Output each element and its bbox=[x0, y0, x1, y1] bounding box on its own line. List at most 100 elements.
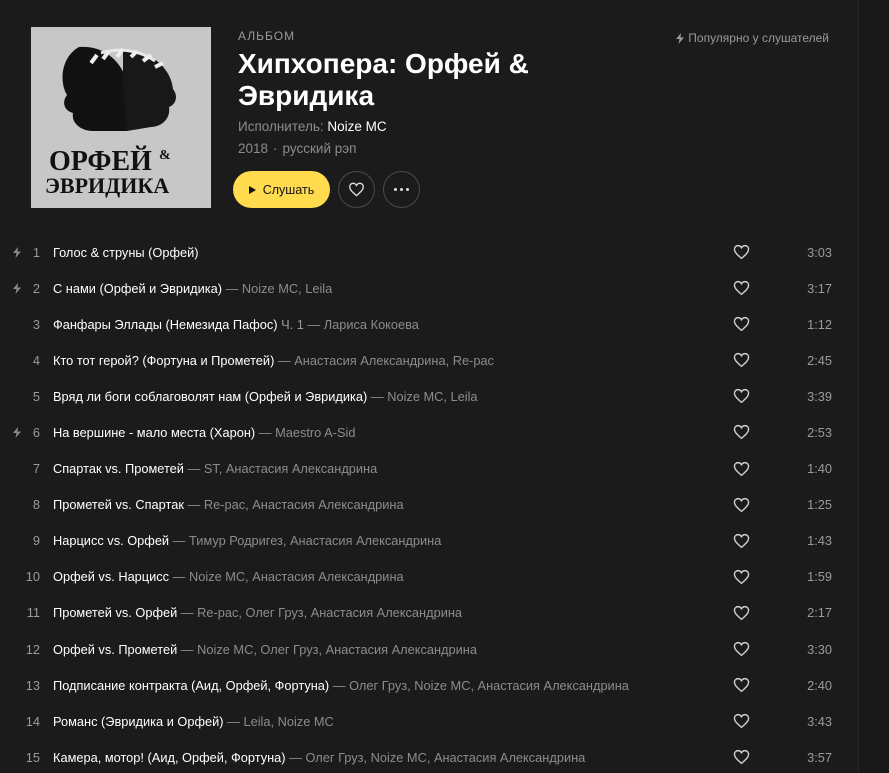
track-row[interactable]: 7 Спартак vs. Прометей — ST, Анастасия Ал… bbox=[0, 451, 858, 487]
lightning-icon bbox=[676, 32, 685, 44]
track-number: 12 bbox=[25, 641, 40, 657]
track-row[interactable]: 12 Орфей vs. Прометей — Noize MC, Олег Гр… bbox=[0, 631, 858, 667]
heart-icon[interactable] bbox=[733, 677, 750, 693]
track-list: 1 Голос & струны (Орфей) 3:03 2 С нами (Орфе… bbox=[0, 234, 858, 773]
track-info: Прометей vs. Орфей — Re-pac, Олег Груз, … bbox=[53, 605, 462, 620]
track-artists[interactable]: — Олег Груз, Noize MC, Анастасия Алексан… bbox=[333, 678, 629, 693]
track-title[interactable]: На вершине - мало места (Харон) bbox=[53, 425, 255, 440]
track-info: Камера, мотор! (Аид, Орфей, Фортуна) — О… bbox=[53, 750, 585, 765]
track-artists[interactable]: — Анастасия Александрина, Re-pac bbox=[278, 353, 494, 368]
track-title[interactable]: Камера, мотор! (Аид, Орфей, Фортуна) bbox=[53, 750, 286, 765]
track-row[interactable]: 10 Орфей vs. Нарцисс — Noize MC, Анастаси… bbox=[0, 559, 858, 595]
track-artists[interactable]: — Тимур Родригез, Анастасия Александрина bbox=[173, 533, 442, 548]
album-type-label: Альбом bbox=[238, 29, 296, 43]
heart-icon[interactable] bbox=[733, 533, 750, 549]
heart-icon[interactable] bbox=[733, 280, 750, 296]
album-genre[interactable]: русский рэп bbox=[283, 141, 357, 156]
track-info: Голос & струны (Орфей) bbox=[53, 245, 199, 260]
track-row[interactable]: 14 Романс (Эвридика и Орфей) — Leila, Noi… bbox=[0, 703, 858, 739]
track-artists[interactable]: — Leila, Noize MC bbox=[227, 714, 334, 729]
listen-button-label: Слушать bbox=[262, 182, 315, 197]
heart-icon[interactable] bbox=[733, 316, 750, 332]
play-icon bbox=[248, 185, 256, 194]
track-title[interactable]: Кто тот герой? (Фортуна и Прометей) bbox=[53, 353, 274, 368]
track-info: Спартак vs. Прометей — ST, Анастасия Але… bbox=[53, 461, 377, 476]
track-duration: 1:12 bbox=[807, 316, 832, 332]
track-number: 1 bbox=[32, 244, 40, 260]
track-artists[interactable]: — Re-pac, Олег Груз, Анастасия Александр… bbox=[181, 605, 462, 620]
track-title[interactable]: Спартак vs. Прометей bbox=[53, 461, 184, 476]
track-info: Прометей vs. Спартак — Re-pac, Анастасия… bbox=[53, 497, 404, 512]
like-album-button[interactable] bbox=[338, 171, 375, 208]
heart-icon[interactable] bbox=[733, 461, 750, 477]
album-cover[interactable]: ОРФЕЙ & ЭВРИДИКА bbox=[31, 27, 211, 208]
track-row[interactable]: 15 Камера, мотор! (Аид, Орфей, Фортуна) —… bbox=[0, 739, 858, 773]
track-title[interactable]: Вряд ли боги соблаговолят нам (Орфей и Э… bbox=[53, 389, 367, 404]
track-duration: 2:53 bbox=[807, 425, 832, 441]
track-title[interactable]: Романс (Эвридика и Орфей) bbox=[53, 714, 224, 729]
track-row[interactable]: 1 Голос & струны (Орфей) 3:03 bbox=[0, 234, 858, 270]
track-artists[interactable]: — Олег Груз, Noize MC, Анастасия Алексан… bbox=[289, 750, 585, 765]
track-artists[interactable]: — Maestro A-Sid bbox=[259, 425, 356, 440]
track-artists[interactable]: — Noize MC, Leila bbox=[226, 281, 333, 296]
track-duration: 1:59 bbox=[807, 569, 832, 585]
more-options-button[interactable] bbox=[383, 171, 420, 208]
album-meta: 2018 · русский рэп bbox=[238, 141, 356, 156]
listen-button[interactable]: Слушать bbox=[233, 171, 330, 208]
track-artists[interactable]: — Noize MC, Олег Груз, Анастасия Алексан… bbox=[181, 642, 477, 657]
heart-icon[interactable] bbox=[733, 713, 750, 729]
track-title[interactable]: С нами (Орфей и Эвридика) bbox=[53, 281, 222, 296]
track-number: 8 bbox=[32, 497, 40, 513]
more-dots-icon bbox=[394, 188, 409, 191]
track-number: 15 bbox=[25, 749, 40, 765]
track-title[interactable]: Подписание контракта (Аид, Орфей, Фортун… bbox=[53, 678, 329, 693]
track-title[interactable]: Нарцисс vs. Орфей bbox=[53, 533, 169, 548]
track-info: Кто тот герой? (Фортуна и Прометей) — Ан… bbox=[53, 353, 494, 368]
track-title[interactable]: Прометей vs. Спартак bbox=[53, 497, 184, 512]
heart-icon[interactable] bbox=[733, 352, 750, 368]
track-artists[interactable]: — Re-pac, Анастасия Александрина bbox=[188, 497, 404, 512]
track-title[interactable]: Прометей vs. Орфей bbox=[53, 605, 177, 620]
cover-title-line2: ЭВРИДИКА bbox=[45, 173, 169, 198]
right-panel bbox=[858, 0, 889, 773]
artist-prefix: Исполнитель: bbox=[238, 119, 324, 134]
track-row[interactable]: 13 Подписание контракта (Аид, Орфей, Форт… bbox=[0, 667, 858, 703]
track-row[interactable]: 6 На вершине - мало места (Харон) — Maest… bbox=[0, 414, 858, 450]
track-row[interactable]: 4 Кто тот герой? (Фортуна и Прометей) — А… bbox=[0, 342, 858, 378]
track-row[interactable]: 9 Нарцисс vs. Орфей — Тимур Родригез, Ана… bbox=[0, 523, 858, 559]
heart-icon[interactable] bbox=[733, 388, 750, 404]
track-info: Орфей vs. Прометей — Noize MC, Олег Груз… bbox=[53, 642, 477, 657]
track-info: Орфей vs. Нарцисс — Noize MC, Анастасия … bbox=[53, 569, 404, 584]
track-title[interactable]: Орфей vs. Прометей bbox=[53, 642, 177, 657]
heart-icon[interactable] bbox=[733, 244, 750, 260]
track-row[interactable]: 11 Прометей vs. Орфей — Re-pac, Олег Груз… bbox=[0, 595, 858, 631]
track-number: 13 bbox=[25, 677, 40, 693]
track-title[interactable]: Голос & струны (Орфей) bbox=[53, 245, 199, 260]
heart-icon[interactable] bbox=[733, 749, 750, 765]
track-duration: 2:45 bbox=[807, 352, 832, 368]
heart-icon[interactable] bbox=[733, 605, 750, 621]
track-row[interactable]: 3 Фанфары Эллады (Немезида Пафос) Ч. 1 — … bbox=[0, 306, 858, 342]
track-title[interactable]: Фанфары Эллады (Немезида Пафос) bbox=[53, 317, 278, 332]
track-duration: 1:43 bbox=[807, 533, 832, 549]
track-number: 14 bbox=[25, 713, 40, 729]
track-row[interactable]: 8 Прометей vs. Спартак — Re-pac, Анастаси… bbox=[0, 487, 858, 523]
track-title[interactable]: Орфей vs. Нарцисс bbox=[53, 569, 169, 584]
track-duration: 1:40 bbox=[807, 461, 832, 477]
heart-icon[interactable] bbox=[733, 641, 750, 657]
track-artists[interactable]: — Noize MC, Анастасия Александрина bbox=[173, 569, 404, 584]
track-artists[interactable]: — Noize MC, Leila bbox=[371, 389, 478, 404]
heart-icon[interactable] bbox=[733, 424, 750, 440]
track-duration: 3:57 bbox=[807, 749, 832, 765]
track-number: 11 bbox=[26, 605, 40, 621]
track-row[interactable]: 5 Вряд ли боги соблаговолят нам (Орфей и … bbox=[0, 378, 858, 414]
track-artists[interactable]: — Лариса Кокоева bbox=[307, 317, 419, 332]
heart-icon[interactable] bbox=[733, 497, 750, 513]
track-info: Романс (Эвридика и Орфей) — Leila, Noize… bbox=[53, 714, 334, 729]
track-row[interactable]: 2 С нами (Орфей и Эвридика) — Noize MC, L… bbox=[0, 270, 858, 306]
track-number: 7 bbox=[32, 461, 40, 477]
meta-separator: · bbox=[273, 141, 278, 156]
heart-icon[interactable] bbox=[733, 569, 750, 585]
track-artists[interactable]: — ST, Анастасия Александрина bbox=[188, 461, 378, 476]
artist-link[interactable]: Noize MC bbox=[327, 119, 386, 134]
